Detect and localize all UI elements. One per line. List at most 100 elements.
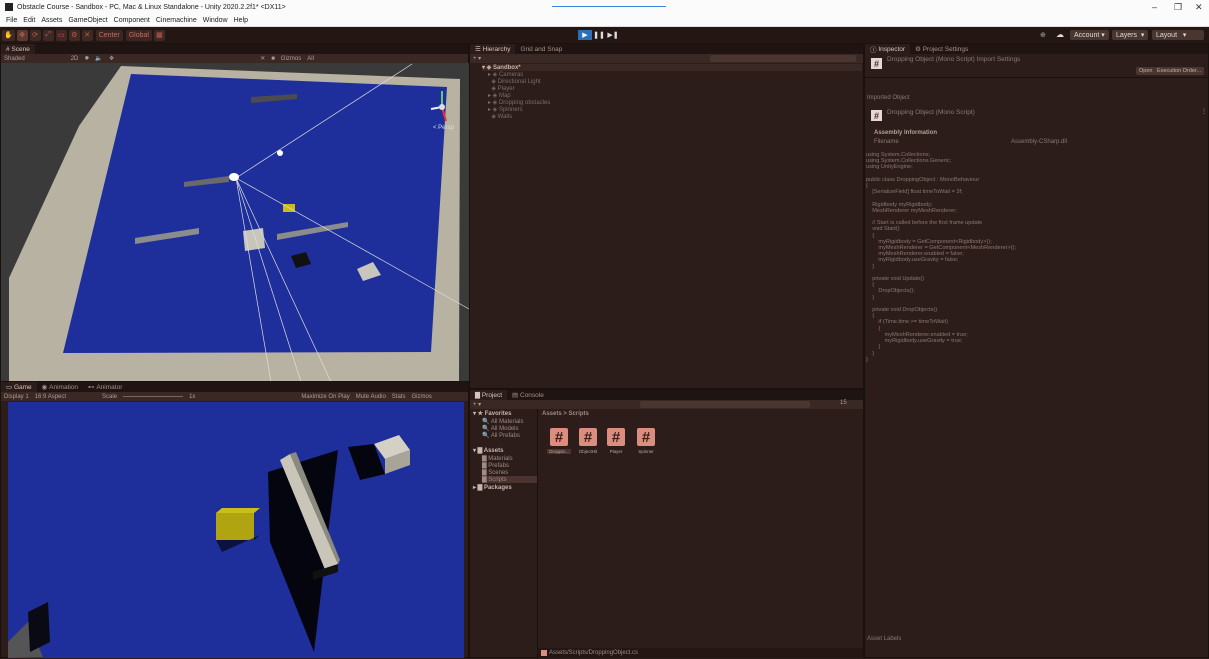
persp-label[interactable]: < Persp [433,125,454,131]
cloud-icon[interactable]: ☁ [1056,30,1064,39]
aspect-dropdown[interactable]: 16:9 Aspect [35,394,66,400]
hierarchy-add-button[interactable]: + ▾ [473,55,481,62]
breadcrumb-scripts[interactable]: Scripts [569,411,589,417]
collab-icon[interactable]: ⊕ [1040,31,1046,39]
menu-component[interactable]: Component [114,17,150,24]
scene-search-hint[interactable]: All [307,56,314,62]
hierarchy-item-map[interactable]: ▸ ◈ Map [488,92,511,99]
layers-dropdown[interactable]: Layers ▾ [1112,30,1149,40]
unity-logo-icon [5,3,13,11]
main-toolbar: ✋ ✥ ⟳ ⤢ ▭ ⚙ ✕ Center Global ▦ ▶ ❚❚ ▶❚ ⊕ … [0,27,1209,43]
close-button[interactable]: ✕ [1195,2,1203,13]
script-file-icon[interactable]: # [637,428,655,446]
open-button[interactable]: Open [1136,67,1156,75]
menu-gameobject[interactable]: GameObject [68,17,107,24]
account-dropdown[interactable]: Account ▾ [1070,30,1109,40]
menu-file[interactable]: File [6,17,17,24]
display-dropdown[interactable]: Display 1 [4,394,29,400]
favorites-header[interactable]: ▾ ★ Favorites [473,410,511,417]
project-search-input[interactable] [640,401,810,408]
breadcrumb-assets[interactable]: Assets [542,411,562,417]
hierarchy-item-dropping[interactable]: ▸ ◈ Dropping obstacles [488,99,550,106]
lighting-toggle-icon[interactable]: ✹ [84,55,89,62]
tab-scene[interactable]: # Scene [1,44,35,54]
gizmos-dropdown[interactable]: Gizmos [281,56,301,62]
hierarchy-item-cameras[interactable]: ▸ ◈ Cameras [488,71,523,78]
footer-path: Assets/Scripts/DroppingObject.cs [549,650,639,656]
tab-animation[interactable]: ◉ Animation [37,382,83,392]
rotate-tool-icon[interactable]: ⟳ [29,29,41,41]
tab-hierarchy[interactable]: ☰ Hierarchy [470,44,516,54]
hierarchy-root-sandbox[interactable]: ▾ ◈ Sandbox* [482,64,862,71]
space-toggle[interactable]: Global [125,29,152,41]
maximize-button[interactable]: ❐ [1174,2,1182,13]
mute-audio-toggle[interactable]: Mute Audio [356,394,386,400]
menu-help[interactable]: Help [234,17,248,24]
tab-project[interactable]: ▇ Project [470,390,508,400]
audio-toggle-icon[interactable]: 🔈 [95,55,102,62]
scale-slider[interactable] [123,396,184,397]
game-toolbar: Display 1 16:9 Aspect Scale 1x Maximize … [1,392,468,401]
rect-tool-icon[interactable]: ▭ [55,29,67,41]
execution-order-button[interactable]: Execution Order... [1154,67,1205,75]
camera-icon[interactable]: ■ [271,56,275,62]
play-button[interactable]: ▶ [578,30,592,40]
folder-prefabs[interactable]: ▇ Prefabs [482,462,509,469]
tab-game[interactable]: ▭ Game [1,382,37,392]
project-settings-tab-label: Project Settings [922,45,969,53]
pause-button[interactable]: ❚❚ [592,30,606,40]
component-menu-icon[interactable]: ⋮ [1201,108,1207,115]
hierarchy-item-player[interactable]: ◈ Player [488,85,514,92]
mode-2d-toggle[interactable]: 2D [71,56,79,62]
script-file-icon[interactable]: # [607,428,625,446]
folder-scripts[interactable]: ▇ Scripts [482,476,537,483]
menu-cinemachine[interactable]: Cinemachine [156,17,197,24]
hand-tool-icon[interactable]: ✋ [2,29,15,41]
tab-console[interactable]: ▤ Console [507,390,549,400]
tab-project-settings[interactable]: ⚙ Project Settings [910,44,973,54]
minimize-button[interactable]: – [1152,2,1157,12]
scene-render [9,63,470,382]
hierarchy-item-light[interactable]: ◈ Directional Light [488,78,540,85]
move-tool-icon[interactable]: ✥ [16,29,28,41]
filename-label: Filename [874,139,899,145]
folder-materials[interactable]: ▇ Materials [482,455,513,462]
shading-dropdown[interactable]: Shaded [4,56,25,62]
step-button[interactable]: ▶❚ [606,30,620,40]
tab-inspector[interactable]: ⓘ Inspector [865,44,911,54]
maximize-on-play-toggle[interactable]: Maximize On Play [301,394,349,400]
scale-tool-icon[interactable]: ⤢ [42,29,54,41]
tab-animator[interactable]: ⊷ Animator [83,382,127,392]
game-tabbar: ▭ Game ◉ Animation ⊷ Animator [1,382,468,392]
stats-toggle[interactable]: Stats [392,394,406,400]
favorite-all-prefabs[interactable]: 🔍 All Prefabs [482,432,520,439]
menu-assets[interactable]: Assets [41,17,62,24]
custom-tool-icon[interactable]: ✕ [81,29,93,41]
favorite-all-models[interactable]: 🔍 All Models [482,425,519,432]
folder-scenes[interactable]: ▇ Scenes [482,469,508,476]
packages-label: Packages [483,485,512,491]
transform-tool-icon[interactable]: ⚙ [68,29,80,41]
menu-edit[interactable]: Edit [23,17,35,24]
inspector-tabbar: ⓘ Inspector ⚙ Project Settings [865,44,1208,54]
hierarchy-item-spinners[interactable]: ▸ ◈ Spinners [488,106,523,113]
scene-viewport[interactable]: < Persp [1,63,470,382]
game-gizmos-dropdown[interactable]: Gizmos [411,394,431,400]
assets-folder[interactable]: ▾ ▇ Assets [473,447,503,454]
tab-grid-snap[interactable]: Grid and Snap [515,44,567,54]
layout-dropdown[interactable]: Layout ▾ [1152,30,1204,40]
game-viewport[interactable] [8,402,464,658]
pivot-toggle[interactable]: Center [95,29,123,41]
menu-window[interactable]: Window [203,17,228,24]
hierarchy-search-input[interactable] [710,55,856,62]
tools-icon[interactable]: ✕ [260,55,265,62]
script-file-icon[interactable]: # [550,428,568,446]
hierarchy-item-walls[interactable]: ◈ Walls [488,113,512,120]
script-file-icon[interactable]: # [579,428,597,446]
packages-folder[interactable]: ▸ ▇ Packages [473,484,512,491]
project-add-button[interactable]: + ▾ [473,401,481,408]
imported-object-name: Dropping Object (Mono Script) [887,109,975,116]
effects-toggle-icon[interactable]: ❖ [109,55,114,62]
grid-snap-icon[interactable]: ▦ [153,29,165,41]
favorite-all-materials[interactable]: 🔍 All Materials [482,418,524,425]
